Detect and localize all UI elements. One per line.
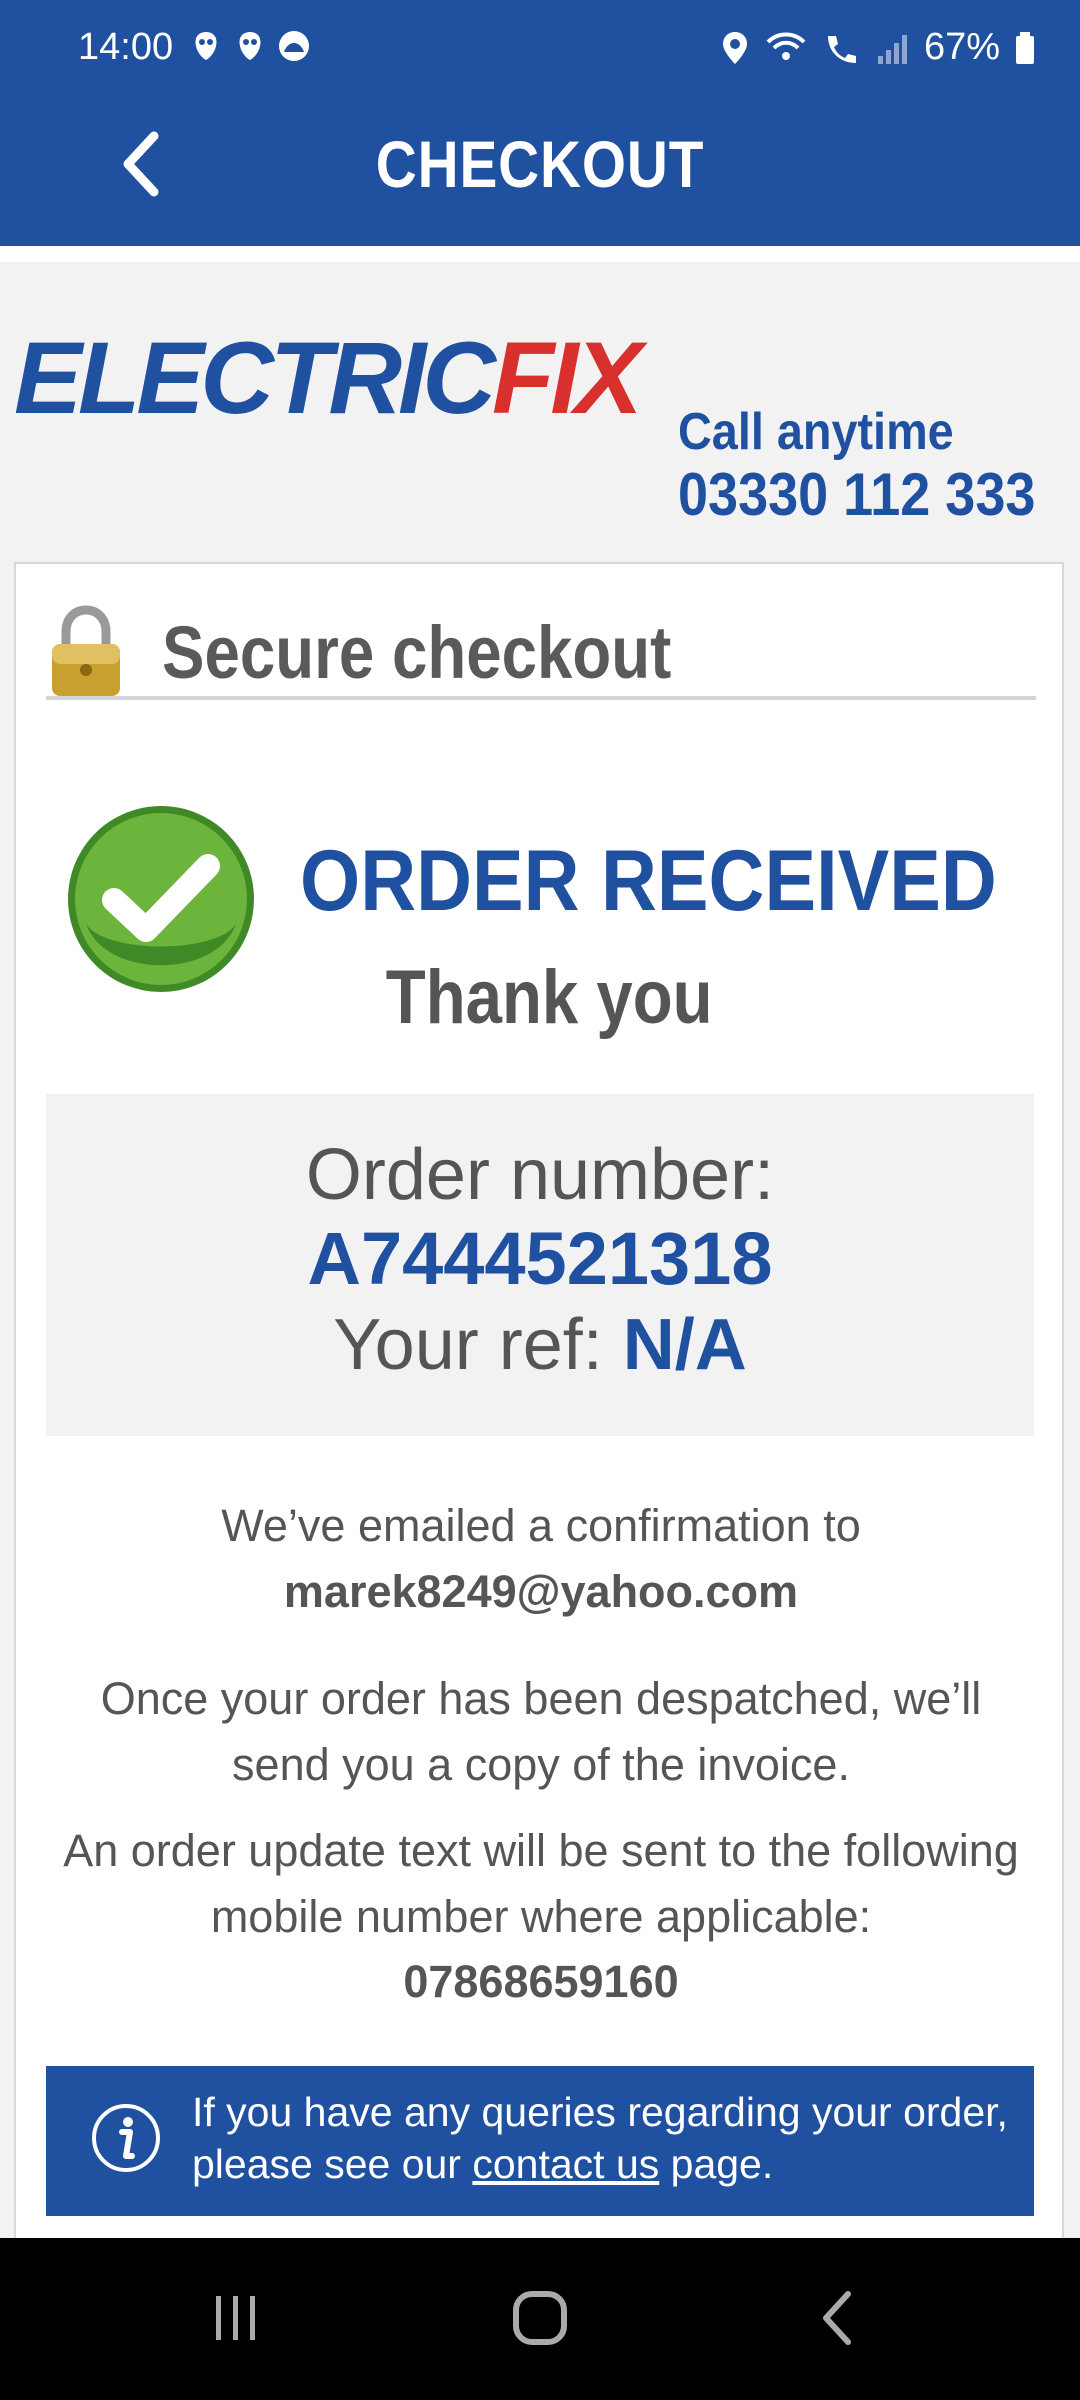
padlock-icon [52,605,120,696]
brand-area: ELECTRICFIX Call anytime 03330 112 333 [0,262,1080,562]
info-text: If you have any queries regarding your o… [192,2086,1012,2190]
order-number-label: Order number: [305,1135,775,1215]
your-ref-line: Your ref: N/A [46,1304,1034,1386]
order-received-heading: ORDER RECEIVED [300,833,997,929]
order-update-text: An order update text will be sent to the… [63,1825,1019,1942]
home-button[interactable] [480,2278,600,2358]
electricfix-logo[interactable]: ELECTRICFIX [14,320,643,437]
status-time: 14:00 [78,26,174,68]
page-title: CHECKOUT [375,127,705,201]
location-icon [722,31,747,64]
status-bar: 14:00 67% [0,0,1080,96]
order-confirmation-card: Secure checkout ORDER RECEIVED Thank you… [14,562,1064,2400]
app-header: CHECKOUT [0,96,1080,246]
back-icon [823,2291,851,2345]
status-notification-icons [188,28,312,64]
logo-text-electric: ELECTRIC [14,321,496,435]
your-ref-value: N/A [622,1305,747,1385]
secure-checkout-title: Secure checkout [162,611,672,694]
order-number-value: A7444521318 [307,1217,773,1300]
thank-you-subheading: Thank you [385,955,713,1040]
status-system-icons: 67% [720,26,1036,69]
system-navigation-bar [0,2238,1080,2400]
bank-app-icon [195,32,217,60]
cloud-app-icon [279,31,309,61]
phone-number-link[interactable]: 03330 112 333 [678,460,1035,529]
battery-percent: 67% [923,26,1000,68]
despatch-text: Once your order has been despatched, we’… [100,1673,982,1790]
logo-text-fix: FIX [492,321,643,435]
info-banner: If you have any queries regarding your o… [46,2066,1034,2216]
call-label: Call anytime [678,403,954,461]
your-ref-label: Your ref: [333,1305,623,1385]
secure-checkout-header: Secure checkout [46,604,1036,700]
contact-us-link[interactable]: contact us [472,2141,659,2187]
info-icon [92,2104,160,2172]
home-icon [513,2291,567,2345]
recent-apps-icon [216,2296,255,2340]
battery-icon [1016,31,1034,64]
recent-apps-button[interactable] [176,2278,296,2358]
wifi-icon [766,32,806,60]
signal-icon [877,34,907,64]
order-details-box: Order number: A7444521318 Your ref: N/A [46,1094,1034,1436]
bank-app-icon [239,32,261,60]
mobile-number: 07868659160 [403,1956,679,2007]
header-divider [0,246,1080,262]
system-back-button[interactable] [780,2278,900,2358]
info-text-after: page. [659,2141,774,2187]
email-address: marek8249@yahoo.com [283,1566,799,1617]
email-confirmation-text: We’ve emailed a confirmation to [221,1500,861,1551]
wifi-call-icon [827,35,856,63]
